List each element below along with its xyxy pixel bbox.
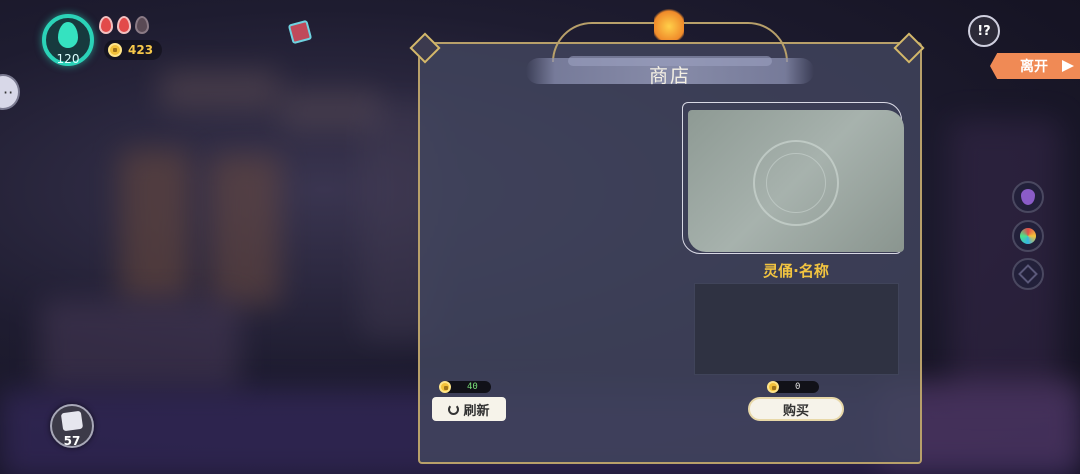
- red-drop-icon: [99, 16, 113, 34]
- empty-drop-icon: [135, 16, 149, 34]
- side-item-button[interactable]: [1012, 220, 1044, 252]
- hp-value: 120: [56, 52, 80, 66]
- side-item-button[interactable]: [1012, 181, 1044, 213]
- fire-emblem-icon: [654, 6, 684, 40]
- grape-icon: [1021, 189, 1035, 205]
- side-item-button[interactable]: [1012, 258, 1044, 290]
- coin-icon: [767, 381, 779, 393]
- help-button[interactable]: !?: [968, 15, 1000, 47]
- item-card-emblem-inner: [766, 153, 826, 213]
- buy-price-value: 0: [795, 382, 801, 392]
- bg-shape: [160, 70, 280, 110]
- spirit-flame-icon: [58, 22, 78, 48]
- leave-button[interactable]: 离开: [990, 53, 1080, 79]
- red-drop-icon: [117, 16, 131, 34]
- coin-count: 423: [128, 43, 154, 57]
- card-deck-icon: [60, 410, 84, 432]
- bg-shape: [40, 300, 240, 390]
- flower-bouquet-icon: [1020, 228, 1036, 244]
- buy-button[interactable]: 购买: [748, 397, 844, 421]
- life-drops: [99, 16, 149, 34]
- buy-label: 购买: [782, 403, 809, 419]
- refresh-icon: [448, 403, 460, 415]
- coin-counter: 423: [104, 40, 162, 60]
- arrow-right-icon: [1062, 60, 1074, 72]
- item-name: 灵俑·名称: [763, 262, 829, 280]
- shop-title: 商店: [648, 65, 691, 87]
- leave-label: 离开: [1020, 59, 1048, 75]
- refresh-price: 40: [439, 381, 491, 393]
- refresh-price-value: 40: [467, 382, 478, 392]
- refresh-label: 刷新: [463, 403, 490, 419]
- bg-shape: [120, 150, 190, 300]
- deck-count: 57: [63, 434, 81, 448]
- refresh-button[interactable]: 刷新: [432, 397, 506, 421]
- bg-shape: [950, 120, 1060, 400]
- coin-icon: [439, 381, 451, 393]
- coin-icon: [108, 43, 122, 57]
- buy-price: 0: [767, 381, 819, 393]
- bg-shape: [210, 155, 280, 305]
- item-description: [694, 283, 899, 375]
- dark-star-icon: [1018, 264, 1038, 284]
